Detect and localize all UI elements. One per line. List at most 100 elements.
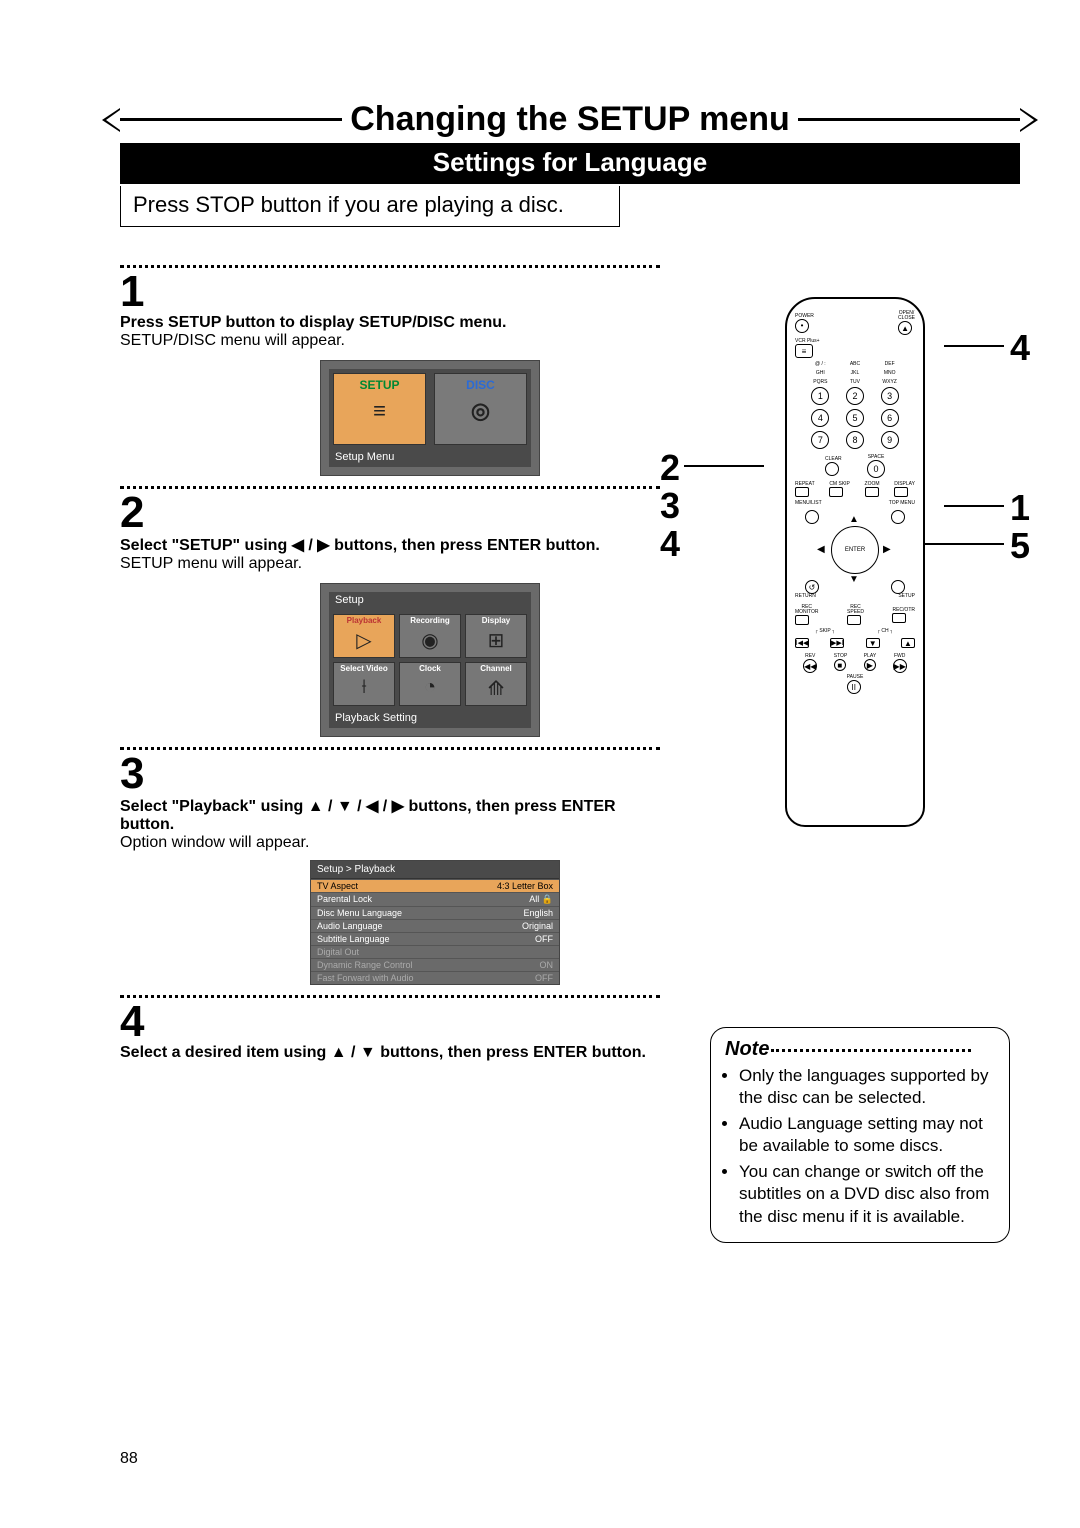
zoom-button-icon bbox=[865, 487, 879, 497]
top-menu-button-icon bbox=[891, 510, 905, 524]
setup-tab-label: SETUP bbox=[359, 378, 399, 392]
num-button-icon: 2 bbox=[846, 387, 864, 405]
callout-3: 3 bbox=[660, 485, 680, 527]
playback-option-screen: Setup > Playback TV Aspect 4:3 Letter Box… bbox=[310, 860, 560, 985]
top-menu-label: TOP MENU bbox=[889, 501, 915, 506]
left-right-arrows-icon: ◀ / ▶ bbox=[292, 537, 330, 554]
note-item: Audio Language setting may not be availa… bbox=[739, 1113, 995, 1157]
open-close-button-icon: ▲ bbox=[898, 321, 912, 335]
page-title-row: Changing the SETUP menu bbox=[120, 100, 1020, 139]
option-row: TV Aspect 4:3 Letter Box bbox=[311, 879, 559, 892]
remote-control-diagram: POWER • OPEN/ CLOSE ▲ VCR Plus+ ≡ @ / :A… bbox=[785, 297, 925, 827]
num-button-icon: 4 bbox=[811, 409, 829, 427]
divider bbox=[120, 265, 660, 268]
vcr-plus-label: VCR Plus+ bbox=[795, 339, 820, 344]
dpad-down-icon: ▼ bbox=[849, 574, 859, 585]
play-button-icon: ▶ bbox=[864, 659, 876, 671]
stop-button-icon: ■ bbox=[834, 659, 846, 671]
num-label: JKL bbox=[840, 371, 871, 376]
option-key: Fast Forward with Audio bbox=[317, 973, 414, 983]
grid-label: Display bbox=[466, 617, 526, 626]
screen1-caption: Setup Menu bbox=[329, 449, 531, 467]
num-button-icon: 6 bbox=[881, 409, 899, 427]
rec-otr-button-icon bbox=[892, 613, 906, 623]
power-label: POWER bbox=[795, 314, 814, 319]
grid-recording: Recording◉ bbox=[399, 614, 461, 658]
plug-icon: ⟊ bbox=[334, 676, 394, 699]
rec-speed-label: REC SPEED bbox=[847, 605, 864, 615]
setup-menu-screen: Setup Playback ▷ Recording◉ Display ⊞ Sele… bbox=[320, 583, 540, 737]
grid-clock: Clock◔ bbox=[399, 662, 461, 706]
setup-tab: SETUP ≡ bbox=[333, 373, 426, 445]
page-title: Changing the SETUP menu bbox=[350, 100, 790, 139]
grid-playback: Playback ▷ bbox=[333, 614, 395, 658]
power-button-icon: • bbox=[795, 319, 809, 333]
fwd-label: FWD bbox=[893, 654, 907, 659]
option-key: TV Aspect bbox=[317, 881, 358, 891]
antenna-icon: ⟰ bbox=[466, 676, 526, 701]
fwd-button-icon: ▶▶ bbox=[893, 659, 907, 673]
grid-label: Channel bbox=[466, 665, 526, 674]
callout-5: 5 bbox=[1010, 525, 1030, 567]
option-key: Disc Menu Language bbox=[317, 908, 402, 918]
play-icon: ▷ bbox=[334, 628, 394, 653]
callout-line bbox=[684, 465, 764, 467]
callout-1: 1 bbox=[1010, 487, 1030, 529]
right-column: 2 3 4 4 1 5 POWER • OPEN/ CLOSE ▲ bbox=[690, 257, 1020, 1062]
note-dotted-line bbox=[771, 1049, 971, 1052]
num-label: ABC bbox=[840, 362, 871, 367]
step-number-3: 3 bbox=[120, 752, 660, 796]
num-label: MNO bbox=[874, 371, 905, 376]
option-value: 4:3 Letter Box bbox=[497, 881, 553, 891]
clock-icon: ◔ bbox=[400, 676, 460, 699]
dpad: ENTER ▲ ▼ ◀ ▶ ↺ bbox=[805, 510, 905, 590]
option-value: Original bbox=[522, 921, 553, 931]
skip-next-icon: ▶▶I bbox=[830, 638, 844, 648]
callout-line bbox=[944, 505, 1004, 507]
num-button-icon: 9 bbox=[881, 431, 899, 449]
grid-display: Display ⊞ bbox=[465, 614, 527, 658]
option-row: Dynamic Range ControlON bbox=[311, 958, 559, 971]
option-value: English bbox=[523, 908, 553, 918]
grid-select-video: Select Video⟊ bbox=[333, 662, 395, 706]
rec-otr-label: REC/OTR bbox=[892, 608, 915, 613]
pause-button-icon: II bbox=[847, 680, 861, 694]
step-number-2: 2 bbox=[120, 491, 660, 535]
repeat-label: REPEAT bbox=[795, 482, 815, 487]
grid-channel: Channel ⟰ bbox=[465, 662, 527, 706]
display-icon: ⊞ bbox=[466, 628, 526, 653]
disc-tab-label: DISC bbox=[466, 378, 495, 392]
num-label: TUV bbox=[840, 380, 871, 385]
step-3-bold-a: Select "Playback" using bbox=[120, 798, 308, 815]
disc-icon: ◎ bbox=[439, 398, 522, 424]
option-value: OFF bbox=[535, 934, 553, 944]
dpad-left-icon: ◀ bbox=[817, 544, 825, 555]
option-key: Subtitle Language bbox=[317, 934, 390, 944]
step-2-bold-a: Select "SETUP" using bbox=[120, 537, 292, 554]
screen3-title: Setup > Playback bbox=[311, 861, 559, 879]
option-row: Fast Forward with AudioOFF bbox=[311, 971, 559, 984]
step-2-bold-b: buttons, then press ENTER button. bbox=[334, 537, 600, 554]
grid-label: Playback bbox=[334, 617, 394, 626]
option-key: Dynamic Range Control bbox=[317, 960, 413, 970]
callout-4: 4 bbox=[660, 523, 680, 565]
option-row: Digital Out bbox=[311, 945, 559, 958]
rev-label: REV bbox=[803, 654, 817, 659]
divider bbox=[120, 747, 660, 750]
dpad-right-icon: ▶ bbox=[883, 544, 891, 555]
return-label: RETURN bbox=[795, 594, 816, 599]
clear-button-icon bbox=[825, 462, 839, 476]
record-icon: ◉ bbox=[400, 628, 460, 653]
stop-label: STOP bbox=[834, 654, 848, 659]
callout-line bbox=[944, 345, 1004, 347]
repeat-button-icon bbox=[795, 487, 809, 497]
chevron-left-icon bbox=[120, 118, 342, 121]
ch-label: ┌ CH ┐ bbox=[855, 629, 915, 634]
callout-line bbox=[924, 543, 1004, 545]
screen2-title: Setup bbox=[329, 592, 531, 610]
sliders-icon: ≡ bbox=[338, 398, 421, 424]
steps-column: 1 Press SETUP button to display SETUP/DI… bbox=[120, 257, 660, 1062]
setup-grid: Playback ▷ Recording◉ Display ⊞ Select Vid… bbox=[329, 610, 531, 710]
num-button-icon: 8 bbox=[846, 431, 864, 449]
cmskip-button-icon bbox=[829, 487, 843, 497]
